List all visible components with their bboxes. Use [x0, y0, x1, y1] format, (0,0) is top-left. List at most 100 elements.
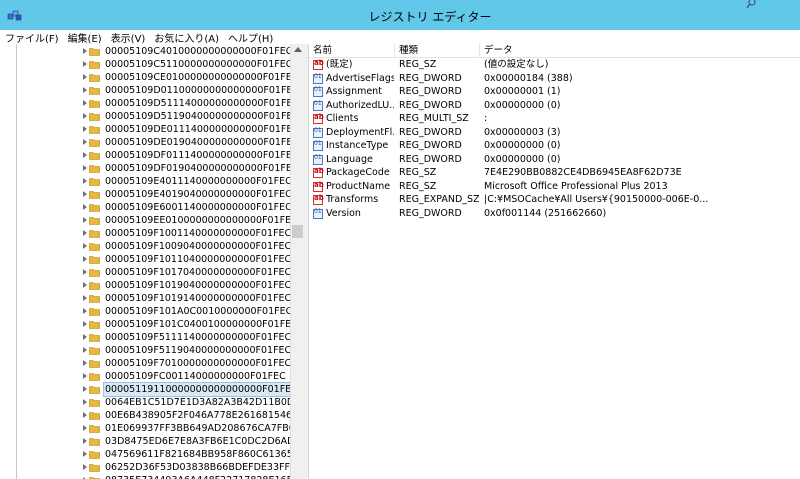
value-row[interactable]: (既定) REG_SZ (値の設定なし) [309, 58, 800, 72]
menu-item-2[interactable]: 表示(V) [106, 30, 150, 45]
tree-item[interactable]: 00005109F5119040000000000F01FEC [17, 344, 290, 357]
value-row[interactable]: Transforms REG_EXPAND_SZ |C:¥MSOCache¥All … [309, 193, 800, 207]
tree-item[interactable]: 0064EB1C51D7E1D3A82A3B42D11B0D36 [17, 396, 290, 409]
column-data[interactable]: データ [480, 44, 800, 57]
column-type[interactable]: 種類 [395, 44, 480, 57]
value-row[interactable]: Version REG_DWORD 0x0f001144 (251662660) [309, 207, 800, 221]
tree-item[interactable]: 00005109C4010000000000000F01FEC [17, 45, 290, 58]
value-row[interactable]: PackageCode REG_SZ 7E4E290BB0882CE4DB6945E… [309, 166, 800, 180]
expand-arrow-icon[interactable] [83, 412, 87, 418]
tree-item[interactable]: 00005109F101C0400100000000F01FEC [17, 318, 290, 331]
expand-arrow-icon[interactable] [83, 321, 87, 327]
tree-item[interactable]: 00005109E4011140000000000F01FEC [17, 175, 290, 188]
expand-arrow-icon[interactable] [83, 230, 87, 236]
expand-arrow-icon[interactable] [83, 74, 87, 80]
value-row[interactable]: Clients REG_MULTI_SZ: [309, 112, 800, 126]
tree-item[interactable]: 00005109C5110000000000000F01FEC [17, 58, 290, 71]
expand-arrow-icon[interactable] [83, 256, 87, 262]
tree-item[interactable]: 00005109F1011040000000000F01FEC [17, 253, 290, 266]
expand-arrow-icon[interactable] [83, 139, 87, 145]
tree-item[interactable]: 00005109D01100000000000000F01FEC [17, 84, 290, 97]
tree-item[interactable]: 06252D36F53D03838B66BDEFDE33FF95 [17, 461, 290, 474]
expand-arrow-icon[interactable] [83, 373, 87, 379]
value-name: PackageCode [326, 167, 390, 178]
column-name[interactable]: 名前 [309, 44, 395, 57]
tree-item[interactable]: 00005109E6001140000000000F01FEC [17, 201, 290, 214]
expand-arrow-icon[interactable] [83, 204, 87, 210]
expand-arrow-icon[interactable] [83, 464, 87, 470]
expand-arrow-icon[interactable] [83, 191, 87, 197]
tree-item-label: 00005109E6001140000000000F01FEC [105, 202, 290, 213]
value-type: REG_SZ [399, 180, 437, 192]
tree-item[interactable]: 00005109F1019140000000000F01FEC [17, 292, 290, 305]
tree-item[interactable]: 00005109F1009040000000000F01FEC [17, 240, 290, 253]
expand-arrow-icon[interactable] [83, 100, 87, 106]
expand-arrow-icon[interactable] [83, 425, 87, 431]
scroll-up-arrow-icon[interactable] [294, 47, 302, 52]
value-row[interactable]: AdvertiseFlags REG_DWORD 0x00000184 (388) [309, 72, 800, 86]
tree-item[interactable]: 00005109F1019040000000000F01FEC [17, 279, 290, 292]
tree-item[interactable]: 00005109E4019040000000000F01FEC [17, 188, 290, 201]
tree-item[interactable]: 03D8475ED6E7E8A3FB6E1C0DC2D6ADBB [17, 435, 290, 448]
expand-arrow-icon[interactable] [83, 282, 87, 288]
tree-item[interactable]: 00005109F7010000000000000F01FEC [17, 357, 290, 370]
menu-item-4[interactable]: ヘルプ(H) [223, 30, 277, 45]
expand-arrow-icon[interactable] [83, 451, 87, 457]
tree-item[interactable]: 00005109FC00114000000000F01FEC [17, 370, 290, 383]
value-row[interactable]: ProductName REG_SZ Microsoft Office Profes… [309, 180, 800, 194]
tree-item[interactable]: 00005109F5111140000000000F01FEC [17, 331, 290, 344]
menu-item-3[interactable]: お気に入り(A) [149, 30, 223, 45]
expand-arrow-icon[interactable] [83, 347, 87, 353]
expand-arrow-icon[interactable] [83, 399, 87, 405]
values-pane[interactable]: 名前 種類 データ (既定) REG_SZ (値の設定なし) AdvertiseFla… [309, 44, 800, 479]
binary-value-icon [313, 86, 323, 97]
tree-item[interactable]: 00005109F101A0C0010000000F01FEC [17, 305, 290, 318]
tree-item[interactable]: 08735E734493A6A448F22717828E16E6 [17, 474, 290, 479]
value-row[interactable]: Assignment REG_DWORD 0x00000001 (1) [309, 85, 800, 99]
expand-arrow-icon[interactable] [83, 165, 87, 171]
expand-arrow-icon[interactable] [83, 217, 87, 223]
tree-item[interactable]: 01E069937FF3BB649AD208676CA7FB06 [17, 422, 290, 435]
tree-item[interactable]: 00005109EE0100000000000000F01FEC [17, 214, 290, 227]
expand-arrow-icon[interactable] [83, 360, 87, 366]
folder-icon [89, 139, 100, 147]
tree-item[interactable]: 00005109D51114000000000000F01FEC [17, 97, 290, 110]
value-row[interactable]: Language REG_DWORD 0x00000000 (0) [309, 153, 800, 167]
tree-item[interactable]: 00005109CE0100000000000000F01FEC [17, 71, 290, 84]
expand-arrow-icon[interactable] [83, 334, 87, 340]
expand-arrow-icon[interactable] [83, 87, 87, 93]
menu-item-1[interactable]: 編集(E) [63, 30, 106, 45]
tree-item[interactable]: 00005109DE0190400000000000F01FEC [17, 136, 290, 149]
expand-arrow-icon[interactable] [83, 438, 87, 444]
tree-item[interactable]: 00005119110000000000000000F01FEC [17, 382, 290, 397]
tree-item[interactable]: 00005109F1017040000000000F01FEC [17, 266, 290, 279]
tree-item[interactable]: 00005109D51190400000000000F01FEC [17, 110, 290, 123]
value-row[interactable]: InstanceType REG_DWORD 0x00000000 (0) [309, 139, 800, 153]
tree-scrollbar[interactable] [290, 44, 305, 479]
tree-item[interactable]: 00005109DF0111400000000000F01FEC [17, 149, 290, 162]
tree-item[interactable]: 047569611F821684BB958F860C613652 [17, 448, 290, 461]
expand-arrow-icon[interactable] [83, 48, 87, 54]
expand-arrow-icon[interactable] [83, 295, 87, 301]
folder-icon [89, 113, 100, 121]
key-tree[interactable]: 00005109C4010000000000000F01FEC 00005109C… [17, 44, 290, 479]
expand-arrow-icon[interactable] [83, 243, 87, 249]
value-row[interactable]: AuthorizedLU... REG_DWORD 0x00000000 (0) [309, 99, 800, 113]
folder-icon [89, 347, 100, 355]
tree-item[interactable]: 00005109DF0190400000000000F01FEC [17, 162, 290, 175]
expand-arrow-icon[interactable] [83, 152, 87, 158]
expand-arrow-icon[interactable] [83, 113, 87, 119]
tree-item[interactable]: 00E6B438905F2F046A778E2616815467 [17, 409, 290, 422]
expand-arrow-icon[interactable] [83, 386, 87, 392]
expand-arrow-icon[interactable] [83, 61, 87, 67]
menu-item-0[interactable]: ファイル(F) [0, 30, 63, 45]
expand-arrow-icon[interactable] [83, 269, 87, 275]
expand-arrow-icon[interactable] [83, 308, 87, 314]
tree-item[interactable]: 00005109F1001140000000000F01FEC [17, 227, 290, 240]
expand-arrow-icon[interactable] [83, 126, 87, 132]
expand-arrow-icon[interactable] [83, 178, 87, 184]
folder-icon [89, 399, 100, 407]
tree-item[interactable]: 00005109DE0111400000000000F01FEC [17, 123, 290, 136]
scroll-thumb[interactable] [292, 225, 303, 238]
value-row[interactable]: DeploymentFl... REG_DWORD 0x00000003 (3) [309, 126, 800, 140]
